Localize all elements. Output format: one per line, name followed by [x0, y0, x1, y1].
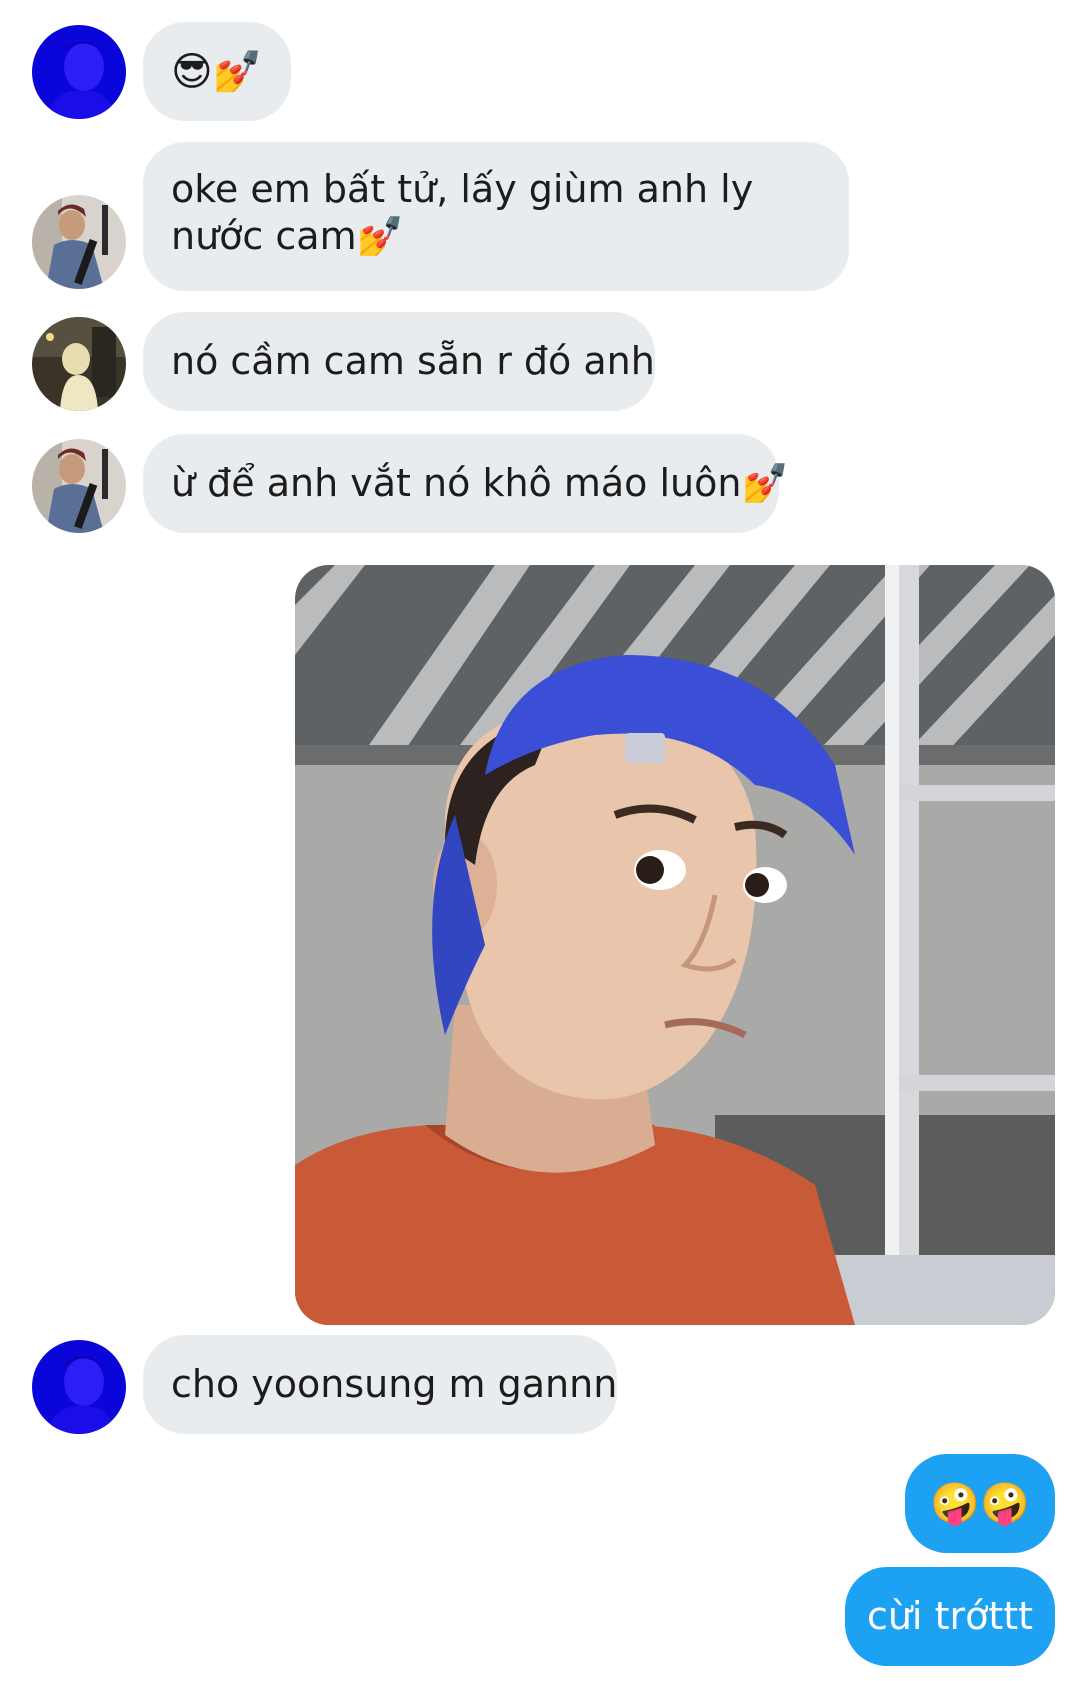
- message-text: 🤪🤪: [930, 1480, 1030, 1527]
- outgoing-bubble-emoji[interactable]: 🤪🤪: [905, 1454, 1055, 1553]
- message-text: nó cầm cam sẵn r đó anh: [171, 339, 655, 383]
- message-bubble-1[interactable]: 😎💅: [143, 22, 291, 121]
- message-bubble-2[interactable]: oke em bất tử, lấy giùm anh ly nước cam💅: [143, 142, 849, 291]
- outgoing-bubble-text[interactable]: cừi trớttt: [845, 1567, 1055, 1666]
- chat-thread: 😎💅 oke em bất tử, lấy giùm anh ly nước c…: [0, 0, 1080, 1681]
- message-text: cừi trớttt: [866, 1594, 1034, 1638]
- avatar-guitar[interactable]: [32, 439, 126, 533]
- message-text: oke em bất tử, lấy giùm anh ly nước cam💅: [171, 167, 754, 258]
- message-text: ừ để anh vắt nó khô máo luôn💅: [171, 461, 789, 505]
- avatar-street[interactable]: [32, 317, 126, 411]
- avatar-blue[interactable]: [32, 1340, 126, 1434]
- message-bubble-3[interactable]: nó cầm cam sẵn r đó anh: [143, 312, 655, 411]
- message-text: cho yoonsung m gannn: [171, 1362, 618, 1406]
- photo-message[interactable]: [295, 565, 1055, 1325]
- avatar-guitar[interactable]: [32, 195, 126, 289]
- avatar-blue[interactable]: [32, 25, 126, 119]
- message-bubble-6[interactable]: cho yoonsung m gannn: [143, 1335, 617, 1434]
- message-bubble-4[interactable]: ừ để anh vắt nó khô máo luôn💅: [143, 434, 789, 533]
- message-text: 😎💅: [171, 48, 263, 95]
